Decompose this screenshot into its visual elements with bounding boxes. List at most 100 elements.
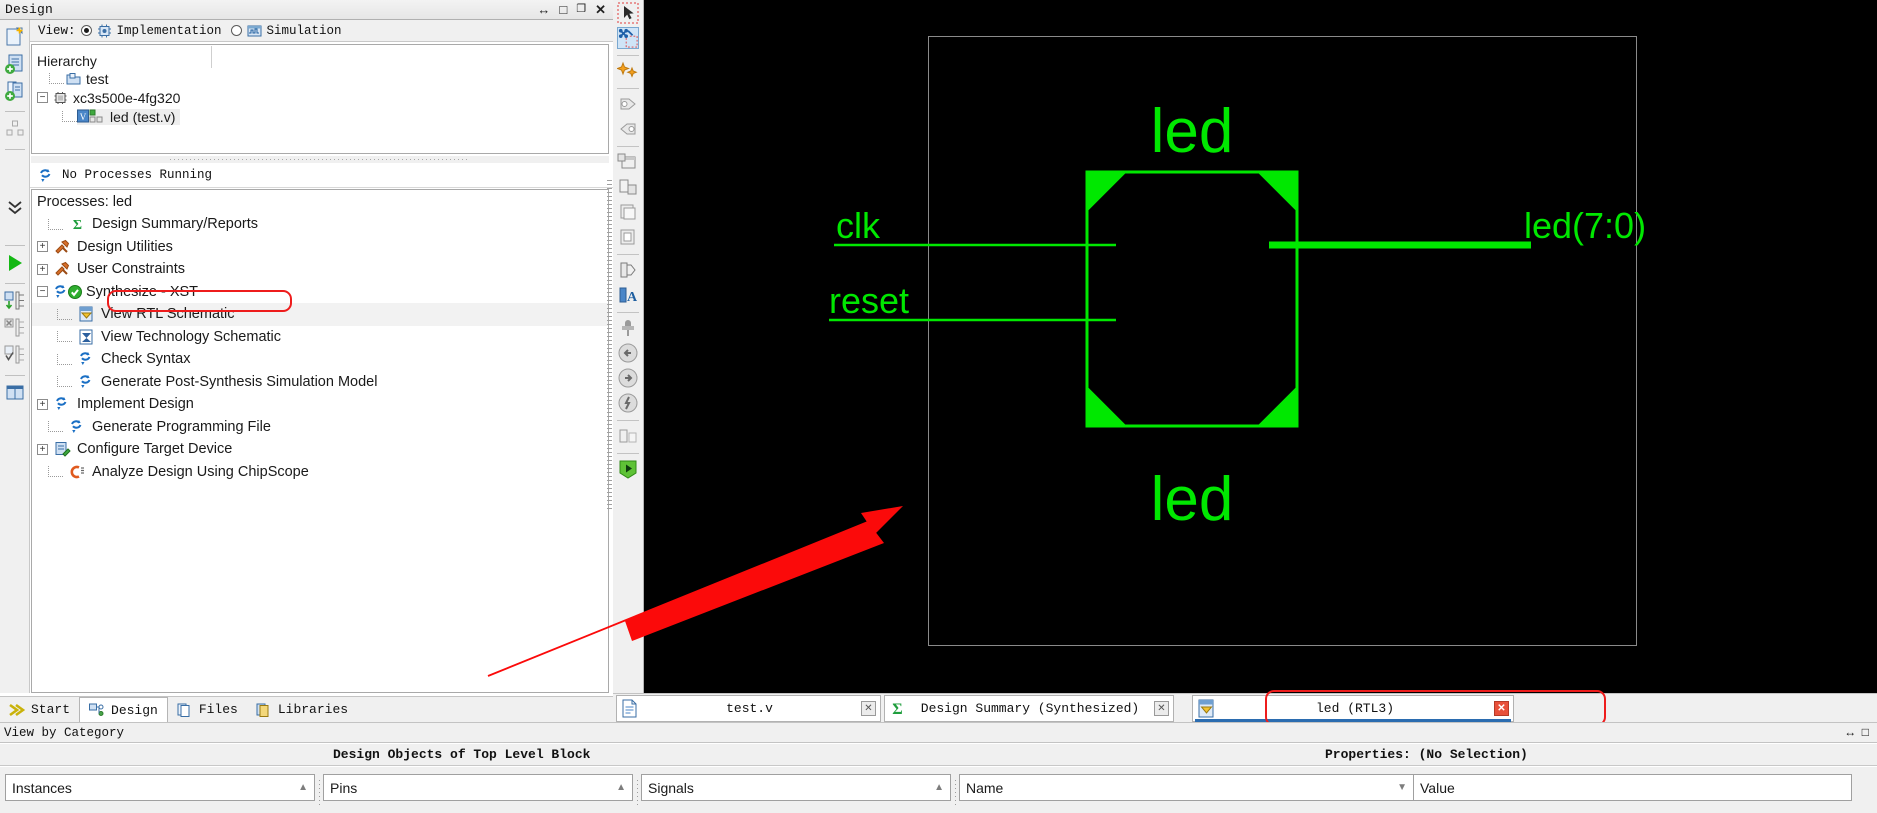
float-icon[interactable]: ↔	[1847, 726, 1854, 740]
process-item-generate-programming-file[interactable]: Generate Programming File	[32, 416, 608, 439]
process-item-label: View Technology Schematic	[101, 328, 282, 345]
close-icon[interactable]: ✕	[1154, 700, 1169, 716]
add-source-icon[interactable]	[4, 53, 26, 75]
combo-value[interactable]: Value	[1414, 774, 1852, 801]
bottom-combo-row[interactable]: Instances ▲ Pins ▲ Signals ▲ Name ▼ Valu…	[0, 767, 1877, 813]
split-view-icon[interactable]	[617, 425, 639, 447]
maximize-icon[interactable]: □	[1862, 726, 1869, 740]
add-symbol-icon[interactable]	[617, 259, 639, 281]
back-navigation-icon[interactable]	[617, 342, 639, 364]
document-tab-test-v[interactable]: test.v ✕	[616, 694, 881, 722]
combo-name[interactable]: Name ▼	[959, 774, 1414, 801]
add-copy-source-icon[interactable]	[4, 80, 26, 102]
expander-collapse-icon[interactable]: −	[37, 286, 48, 298]
combo-instances[interactable]: Instances ▲	[5, 774, 315, 801]
restore-icon[interactable]: ❐	[576, 4, 586, 15]
float-icon[interactable]: ↔	[537, 3, 550, 16]
expander-expand-icon[interactable]: +	[37, 263, 48, 275]
pop-out-symbol-icon[interactable]	[617, 176, 639, 198]
view-tab-start[interactable]: Start	[0, 697, 79, 722]
process-item-user-constraints[interactable]: + User Constraints	[32, 258, 608, 281]
tools-icon	[54, 261, 71, 277]
process-item-generate-post-synthesis-simulation-model[interactable]: Generate Post-Synthesis Simulation Model	[32, 371, 608, 394]
schematic-canvas[interactable]: led led clk reset led(7:0)	[644, 0, 1877, 693]
view-option-simulation[interactable]: Simulation	[267, 24, 342, 38]
regenerate-schematic-icon[interactable]	[617, 392, 639, 414]
view-tab-design[interactable]: Design	[79, 697, 168, 722]
view-tab-libraries[interactable]: Libraries	[247, 697, 357, 722]
zoom-in-schematic-icon[interactable]	[617, 93, 639, 115]
view-tab-files[interactable]: Files	[168, 697, 247, 722]
hierarchy-node-test[interactable]: test	[32, 69, 608, 88]
view-option-implementation[interactable]: Implementation	[117, 24, 222, 38]
paste-schematic-icon[interactable]	[617, 226, 639, 248]
expander-expand-icon[interactable]: +	[37, 443, 48, 455]
document-tab-led-rtl3[interactable]: led (RTL3) ✕	[1192, 694, 1514, 722]
select-tool-icon[interactable]	[617, 2, 639, 24]
process-item-check-syntax[interactable]: Check Syntax	[32, 348, 608, 371]
design-panel-titlebar: Design ↔ □ ❐ ✕	[0, 0, 613, 20]
hierarchy-node-led[interactable]: V led (test.v)	[32, 107, 608, 126]
manage-configurations-icon[interactable]	[4, 118, 26, 140]
device-icon	[53, 91, 68, 105]
new-source-icon[interactable]	[4, 26, 26, 48]
process-item-design-summary-reports[interactable]: Σ Design Summary/Reports	[32, 213, 608, 236]
rerun-all-icon[interactable]	[4, 344, 26, 366]
toggle-selection-icon[interactable]	[617, 27, 639, 49]
expander-collapse-icon[interactable]: −	[37, 92, 48, 103]
process-item-design-utilities[interactable]: + Design Utilities	[32, 236, 608, 259]
combo-label: Name	[966, 779, 1004, 796]
copy-schematic-icon[interactable]	[617, 201, 639, 223]
sort-asc-icon[interactable]: ▲	[298, 782, 308, 793]
column-resize-grip[interactable]	[633, 780, 641, 807]
pin-schematic-icon[interactable]	[617, 317, 639, 339]
hierarchy-node-device[interactable]: − xc3s500e-4fg320	[32, 88, 608, 107]
close-icon[interactable]: ✕	[1494, 700, 1509, 716]
view-selector-bar[interactable]: View: Implementation Simulation	[30, 20, 613, 42]
process-item-view-rtl-schematic[interactable]: View RTL Schematic	[32, 303, 608, 326]
document-tab-bar[interactable]: test.v ✕ Σ Design Summary (Synthesized) …	[613, 693, 1877, 722]
close-icon[interactable]: ✕	[861, 700, 876, 716]
forward-navigation-icon[interactable]	[617, 367, 639, 389]
view-tab-bar[interactable]: Start Design Files Libraries	[0, 696, 613, 722]
document-tab-design-summary[interactable]: Σ Design Summary (Synthesized) ✕	[884, 694, 1174, 722]
maximize-icon[interactable]: □	[559, 3, 567, 16]
close-icon[interactable]: ✕	[595, 3, 606, 16]
process-item-synthesize-xst[interactable]: − Synthesize - XST	[32, 281, 608, 304]
panel-splitter[interactable]	[31, 156, 609, 163]
implement-top-module-icon[interactable]	[4, 290, 26, 312]
sort-asc-icon[interactable]: ▲	[616, 782, 626, 793]
new-schematic-icon[interactable]	[617, 60, 639, 82]
chevron-double-down-icon[interactable]	[4, 196, 26, 218]
zoom-out-schematic-icon[interactable]	[617, 118, 639, 140]
sort-desc-icon[interactable]: ▼	[1397, 782, 1407, 793]
design-summary-view-icon[interactable]	[4, 382, 26, 404]
tree-guide	[57, 308, 72, 320]
start-schematic-icon[interactable]	[617, 458, 639, 480]
schematic-input-clk-label: clk	[836, 205, 881, 246]
add-text-icon[interactable]: A	[617, 284, 639, 306]
rail-separator	[4, 375, 25, 376]
left-toolbar-rail[interactable]	[0, 20, 30, 693]
sort-asc-icon[interactable]: ▲	[934, 782, 944, 793]
process-item-configure-target-device[interactable]: + Configure Target Device	[32, 438, 608, 461]
process-item-analyze-design-using-chipscope[interactable]: Analyze Design Using ChipScope	[32, 461, 608, 484]
radio-implementation[interactable]	[80, 25, 92, 36]
combo-signals[interactable]: Signals ▲	[641, 774, 951, 801]
run-process-icon[interactable]	[4, 252, 26, 274]
column-resize-grip[interactable]	[951, 780, 959, 807]
view-tab-label: Files	[198, 702, 238, 717]
panel-title-buttons[interactable]: ↔ □ ❐ ✕	[537, 3, 613, 16]
combo-pins[interactable]: Pins ▲	[323, 774, 633, 801]
schematic-toolbar-rail[interactable]: A	[613, 0, 644, 693]
push-into-symbol-icon[interactable]	[617, 151, 639, 173]
stop-process-icon[interactable]	[4, 317, 26, 339]
column-resize-grip[interactable]	[315, 780, 323, 807]
process-item-view-technology-schematic[interactable]: View Technology Schematic	[32, 326, 608, 349]
rtl-block-symbol[interactable]: led led clk reset led(7:0)	[644, 0, 1877, 693]
process-item-implement-design[interactable]: + Implement Design	[32, 393, 608, 416]
rail-grip[interactable]	[607, 180, 612, 510]
expander-expand-icon[interactable]: +	[37, 241, 48, 253]
expander-expand-icon[interactable]: +	[37, 398, 48, 410]
radio-simulation[interactable]	[230, 25, 242, 36]
